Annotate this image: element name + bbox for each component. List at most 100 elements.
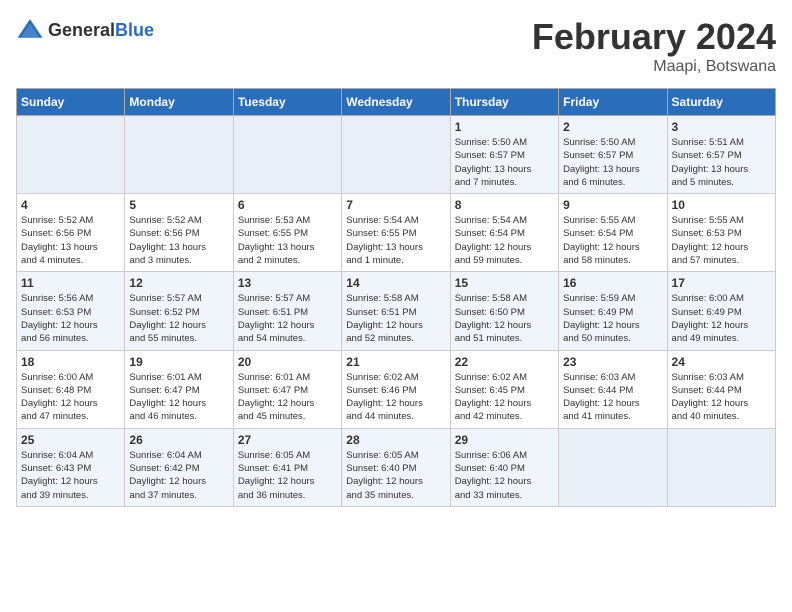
day-detail: Sunrise: 6:05 AM Sunset: 6:41 PM Dayligh… bbox=[238, 449, 337, 502]
calendar-cell: 7Sunrise: 5:54 AM Sunset: 6:55 PM Daylig… bbox=[342, 194, 450, 272]
calendar-table: SundayMondayTuesdayWednesdayThursdayFrid… bbox=[16, 88, 776, 507]
calendar-header-row: SundayMondayTuesdayWednesdayThursdayFrid… bbox=[17, 89, 776, 116]
day-detail: Sunrise: 5:50 AM Sunset: 6:57 PM Dayligh… bbox=[455, 136, 554, 189]
day-of-week-header: Friday bbox=[559, 89, 667, 116]
day-number: 15 bbox=[455, 276, 554, 290]
calendar-cell: 20 Sunrise: 6:01 AM Sunset: 6:47 PM Dayli… bbox=[233, 350, 341, 428]
day-detail: Sunrise: 6:05 AM Sunset: 6:40 PM Dayligh… bbox=[346, 449, 445, 502]
calendar-cell bbox=[342, 116, 450, 194]
calendar-cell: 17Sunrise: 6:00 AM Sunset: 6:49 PM Dayli… bbox=[667, 272, 775, 350]
day-detail: Sunrise: 6:04 AM Sunset: 6:43 PM Dayligh… bbox=[21, 449, 120, 502]
day-number: 23 bbox=[563, 355, 662, 369]
day-number: 22 bbox=[455, 355, 554, 369]
day-number: 26 bbox=[129, 433, 228, 447]
calendar-week-row: 18 Sunrise: 6:00 AM Sunset: 6:48 PM Dayli… bbox=[17, 350, 776, 428]
day-number: 12 bbox=[129, 276, 228, 290]
day-number: 24 bbox=[672, 355, 771, 369]
day-detail: Sunrise: 5:56 AM Sunset: 6:53 PM Dayligh… bbox=[21, 292, 120, 345]
day-number: 4 bbox=[21, 198, 120, 212]
calendar-week-row: 25 Sunrise: 6:04 AM Sunset: 6:43 PM Dayli… bbox=[17, 428, 776, 506]
day-number: 18 bbox=[21, 355, 120, 369]
day-number: 2 bbox=[563, 120, 662, 134]
day-of-week-header: Tuesday bbox=[233, 89, 341, 116]
calendar-cell: 27 Sunrise: 6:05 AM Sunset: 6:41 PM Dayli… bbox=[233, 428, 341, 506]
calendar-week-row: 4 Sunrise: 5:52 AM Sunset: 6:56 PM Daylig… bbox=[17, 194, 776, 272]
logo-text: GeneralBlue bbox=[48, 20, 154, 41]
day-number: 29 bbox=[455, 433, 554, 447]
day-detail: Sunrise: 5:54 AM Sunset: 6:55 PM Dayligh… bbox=[346, 214, 445, 267]
day-detail: Sunrise: 5:58 AM Sunset: 6:51 PM Dayligh… bbox=[346, 292, 445, 345]
day-number: 1 bbox=[455, 120, 554, 134]
calendar-cell: 25 Sunrise: 6:04 AM Sunset: 6:43 PM Dayli… bbox=[17, 428, 125, 506]
day-number: 8 bbox=[455, 198, 554, 212]
calendar-cell: 8 Sunrise: 5:54 AM Sunset: 6:54 PM Daylig… bbox=[450, 194, 558, 272]
calendar-cell: 18 Sunrise: 6:00 AM Sunset: 6:48 PM Dayli… bbox=[17, 350, 125, 428]
calendar-cell: 6 Sunrise: 5:53 AM Sunset: 6:55 PM Daylig… bbox=[233, 194, 341, 272]
day-number: 6 bbox=[238, 198, 337, 212]
calendar-week-row: 11 Sunrise: 5:56 AM Sunset: 6:53 PM Dayli… bbox=[17, 272, 776, 350]
day-detail: Sunrise: 5:53 AM Sunset: 6:55 PM Dayligh… bbox=[238, 214, 337, 267]
day-of-week-header: Wednesday bbox=[342, 89, 450, 116]
logo: GeneralBlue bbox=[16, 16, 154, 44]
calendar-week-row: 1 Sunrise: 5:50 AM Sunset: 6:57 PM Daylig… bbox=[17, 116, 776, 194]
calendar-cell: 13Sunrise: 5:57 AM Sunset: 6:51 PM Dayli… bbox=[233, 272, 341, 350]
day-detail: Sunrise: 6:01 AM Sunset: 6:47 PM Dayligh… bbox=[238, 371, 337, 424]
day-detail: Sunrise: 5:58 AM Sunset: 6:50 PM Dayligh… bbox=[455, 292, 554, 345]
calendar-cell bbox=[125, 116, 233, 194]
day-detail: Sunrise: 6:04 AM Sunset: 6:42 PM Dayligh… bbox=[129, 449, 228, 502]
month-year-title: February 2024 bbox=[532, 16, 776, 58]
calendar-cell: 9 Sunrise: 5:55 AM Sunset: 6:54 PM Daylig… bbox=[559, 194, 667, 272]
day-detail: Sunrise: 5:52 AM Sunset: 6:56 PM Dayligh… bbox=[21, 214, 120, 267]
day-detail: Sunrise: 6:03 AM Sunset: 6:44 PM Dayligh… bbox=[672, 371, 771, 424]
day-detail: Sunrise: 5:52 AM Sunset: 6:56 PM Dayligh… bbox=[129, 214, 228, 267]
calendar-cell: 11 Sunrise: 5:56 AM Sunset: 6:53 PM Dayli… bbox=[17, 272, 125, 350]
calendar-cell: 12 Sunrise: 5:57 AM Sunset: 6:52 PM Dayli… bbox=[125, 272, 233, 350]
calendar-cell: 26 Sunrise: 6:04 AM Sunset: 6:42 PM Dayli… bbox=[125, 428, 233, 506]
day-of-week-header: Sunday bbox=[17, 89, 125, 116]
day-detail: Sunrise: 5:57 AM Sunset: 6:51 PM Dayligh… bbox=[238, 292, 337, 345]
day-number: 9 bbox=[563, 198, 662, 212]
day-detail: Sunrise: 5:51 AM Sunset: 6:57 PM Dayligh… bbox=[672, 136, 771, 189]
day-detail: Sunrise: 6:06 AM Sunset: 6:40 PM Dayligh… bbox=[455, 449, 554, 502]
day-of-week-header: Monday bbox=[125, 89, 233, 116]
page-header: GeneralBlue February 2024 Maapi, Botswan… bbox=[16, 16, 776, 76]
day-detail: Sunrise: 5:59 AM Sunset: 6:49 PM Dayligh… bbox=[563, 292, 662, 345]
calendar-cell: 3Sunrise: 5:51 AM Sunset: 6:57 PM Daylig… bbox=[667, 116, 775, 194]
day-number: 14 bbox=[346, 276, 445, 290]
calendar-cell: 16 Sunrise: 5:59 AM Sunset: 6:49 PM Dayli… bbox=[559, 272, 667, 350]
calendar-cell bbox=[233, 116, 341, 194]
calendar-cell: 29 Sunrise: 6:06 AM Sunset: 6:40 PM Dayli… bbox=[450, 428, 558, 506]
calendar-cell: 28Sunrise: 6:05 AM Sunset: 6:40 PM Dayli… bbox=[342, 428, 450, 506]
day-number: 11 bbox=[21, 276, 120, 290]
logo-general: General bbox=[48, 20, 115, 40]
day-detail: Sunrise: 6:00 AM Sunset: 6:49 PM Dayligh… bbox=[672, 292, 771, 345]
day-number: 27 bbox=[238, 433, 337, 447]
day-detail: Sunrise: 6:02 AM Sunset: 6:46 PM Dayligh… bbox=[346, 371, 445, 424]
day-number: 10 bbox=[672, 198, 771, 212]
calendar-cell bbox=[559, 428, 667, 506]
day-detail: Sunrise: 6:03 AM Sunset: 6:44 PM Dayligh… bbox=[563, 371, 662, 424]
day-detail: Sunrise: 5:50 AM Sunset: 6:57 PM Dayligh… bbox=[563, 136, 662, 189]
day-number: 25 bbox=[21, 433, 120, 447]
day-number: 5 bbox=[129, 198, 228, 212]
calendar-cell: 23 Sunrise: 6:03 AM Sunset: 6:44 PM Dayli… bbox=[559, 350, 667, 428]
day-detail: Sunrise: 6:00 AM Sunset: 6:48 PM Dayligh… bbox=[21, 371, 120, 424]
day-number: 16 bbox=[563, 276, 662, 290]
day-number: 19 bbox=[129, 355, 228, 369]
day-detail: Sunrise: 5:57 AM Sunset: 6:52 PM Dayligh… bbox=[129, 292, 228, 345]
day-number: 21 bbox=[346, 355, 445, 369]
calendar-cell: 24 Sunrise: 6:03 AM Sunset: 6:44 PM Dayli… bbox=[667, 350, 775, 428]
calendar-cell: 15 Sunrise: 5:58 AM Sunset: 6:50 PM Dayli… bbox=[450, 272, 558, 350]
day-detail: Sunrise: 5:55 AM Sunset: 6:54 PM Dayligh… bbox=[563, 214, 662, 267]
logo-blue: Blue bbox=[115, 20, 154, 40]
day-of-week-header: Thursday bbox=[450, 89, 558, 116]
day-detail: Sunrise: 5:55 AM Sunset: 6:53 PM Dayligh… bbox=[672, 214, 771, 267]
calendar-cell: 4 Sunrise: 5:52 AM Sunset: 6:56 PM Daylig… bbox=[17, 194, 125, 272]
day-detail: Sunrise: 6:02 AM Sunset: 6:45 PM Dayligh… bbox=[455, 371, 554, 424]
day-detail: Sunrise: 5:54 AM Sunset: 6:54 PM Dayligh… bbox=[455, 214, 554, 267]
day-number: 20 bbox=[238, 355, 337, 369]
calendar-cell: 21 Sunrise: 6:02 AM Sunset: 6:46 PM Dayli… bbox=[342, 350, 450, 428]
title-block: February 2024 Maapi, Botswana bbox=[532, 16, 776, 76]
location-subtitle: Maapi, Botswana bbox=[532, 58, 776, 76]
calendar-cell: 19Sunrise: 6:01 AM Sunset: 6:47 PM Dayli… bbox=[125, 350, 233, 428]
